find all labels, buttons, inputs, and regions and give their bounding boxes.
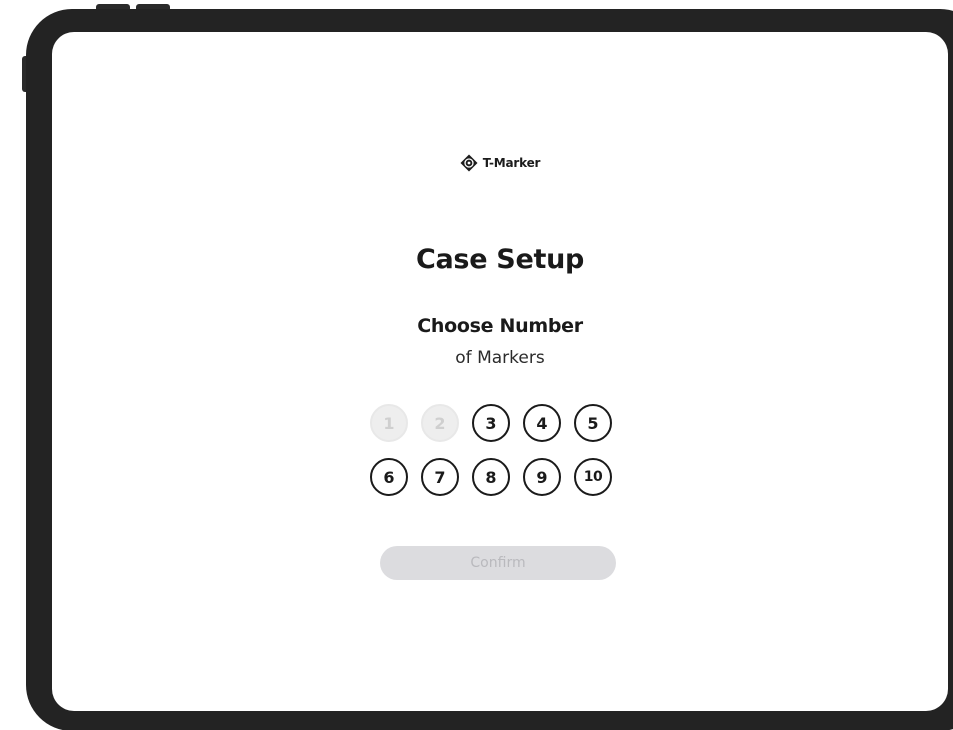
marker-option-8[interactable]: 8 (472, 458, 510, 496)
marker-option-5[interactable]: 5 (574, 404, 612, 442)
brand-header: T-Marker (52, 154, 948, 172)
marker-count-selector: 1 2 3 4 5 6 7 8 9 10 (370, 404, 640, 512)
marker-option-9[interactable]: 9 (523, 458, 561, 496)
marker-option-10[interactable]: 10 (574, 458, 612, 496)
marker-option-7[interactable]: 7 (421, 458, 459, 496)
marker-option-1: 1 (370, 404, 408, 442)
marker-option-4[interactable]: 4 (523, 404, 561, 442)
device-frame: T-Marker Case Setup Choose Number of Mar… (0, 0, 953, 730)
marker-row-1: 1 2 3 4 5 (370, 404, 640, 442)
diamond-logo-icon (460, 154, 478, 172)
confirm-button[interactable]: Confirm (380, 546, 616, 580)
tablet-screen: T-Marker Case Setup Choose Number of Mar… (52, 32, 948, 711)
instruction-subheading: of Markers (455, 348, 545, 368)
marker-option-2: 2 (421, 404, 459, 442)
case-setup-page: T-Marker Case Setup Choose Number of Mar… (52, 32, 948, 711)
marker-option-3[interactable]: 3 (472, 404, 510, 442)
page-title: Case Setup (415, 244, 585, 275)
instruction-heading: Choose Number (417, 315, 583, 337)
marker-row-2: 6 7 8 9 10 (370, 458, 640, 496)
brand-name: T-Marker (482, 156, 541, 170)
marker-option-6[interactable]: 6 (370, 458, 408, 496)
